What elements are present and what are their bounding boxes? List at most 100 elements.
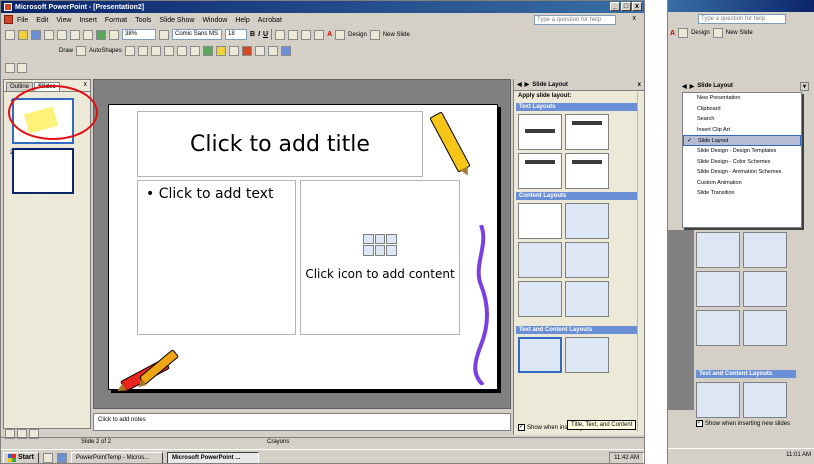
start-button[interactable]: Start xyxy=(3,451,39,463)
layout-thumbnail[interactable] xyxy=(696,232,740,268)
layout-thumbnail[interactable] xyxy=(743,382,787,418)
layout-title-content[interactable] xyxy=(518,242,562,278)
close-button[interactable]: x xyxy=(632,2,642,11)
layout-title-slide[interactable] xyxy=(518,114,562,150)
diagram-icon[interactable] xyxy=(374,245,386,256)
back-icon[interactable]: ◀ xyxy=(517,81,522,88)
table-icon[interactable] xyxy=(363,233,374,244)
menu-format[interactable]: Format xyxy=(105,17,127,24)
slides-pane-close-icon[interactable]: x xyxy=(84,81,88,88)
collapse-icon[interactable] xyxy=(17,63,27,73)
forward-icon[interactable]: ▶ xyxy=(525,81,530,88)
dropdown-item[interactable]: Insert Clip Art xyxy=(683,125,801,136)
new-slide-icon[interactable] xyxy=(369,29,380,40)
menu-file[interactable]: File xyxy=(17,17,28,24)
menu-insert[interactable]: Insert xyxy=(79,17,97,24)
line-color-icon[interactable] xyxy=(228,45,239,56)
dropdown-item[interactable]: Slide Transition xyxy=(683,188,801,199)
new-slide-icon[interactable] xyxy=(712,28,723,38)
shadow-icon[interactable] xyxy=(267,45,278,56)
document-close-button[interactable]: x xyxy=(633,15,637,22)
paste-icon[interactable] xyxy=(70,29,80,40)
open-icon[interactable] xyxy=(18,29,28,40)
content-placeholder[interactable]: Click icon to add content xyxy=(300,180,460,335)
font-color-button[interactable]: A xyxy=(670,30,675,37)
minimize-button[interactable]: _ xyxy=(610,2,620,11)
maximize-button[interactable]: □ xyxy=(621,2,631,11)
ask-question-input[interactable]: Type a question for help xyxy=(698,14,786,24)
font-color-icon[interactable] xyxy=(241,45,252,56)
help-icon[interactable] xyxy=(159,29,169,40)
copy-icon[interactable] xyxy=(57,29,67,40)
slide[interactable]: Click to add title • Click to add text C… xyxy=(108,104,498,395)
layout-two-content[interactable] xyxy=(565,242,609,278)
font-select[interactable]: Comic Sans MS xyxy=(172,29,222,40)
new-slide-button[interactable]: New Slide xyxy=(383,32,410,38)
taskpane-title[interactable]: Slide Layout xyxy=(697,83,733,89)
menu-tools[interactable]: Tools xyxy=(135,17,151,24)
chevron-down-icon[interactable]: ▾ xyxy=(799,81,809,91)
layout-thumbnail[interactable] xyxy=(743,310,787,346)
layout-title-two-content[interactable] xyxy=(565,281,609,317)
menu-slide-show[interactable]: Slide Show xyxy=(159,17,194,24)
title-placeholder[interactable]: Click to add title xyxy=(137,111,423,177)
center-icon[interactable] xyxy=(288,29,299,40)
menu-window[interactable]: Window xyxy=(202,17,227,24)
chart-icon[interactable] xyxy=(374,233,386,244)
taskpane-close-icon[interactable]: x xyxy=(638,82,641,88)
layout-thumbnail[interactable] xyxy=(743,271,787,307)
autoshapes-menu[interactable]: AutoShapes xyxy=(89,48,122,54)
document-icon[interactable] xyxy=(4,15,13,24)
show-checkbox[interactable]: ✓ xyxy=(518,424,525,431)
layout-title-text[interactable] xyxy=(518,153,562,189)
layout-title-only[interactable] xyxy=(565,114,609,150)
select-objects-icon[interactable] xyxy=(76,45,87,56)
rectangle-icon[interactable] xyxy=(150,45,161,56)
arrow-icon[interactable] xyxy=(137,45,148,56)
new-slide-button[interactable]: New Slide xyxy=(726,30,753,36)
layout-content[interactable] xyxy=(565,203,609,239)
layout-thumbnail[interactable] xyxy=(696,271,740,307)
media-icon[interactable] xyxy=(386,245,397,256)
menu-view[interactable]: View xyxy=(56,17,71,24)
layout-blank[interactable] xyxy=(518,203,562,239)
font-size-select[interactable]: 18 xyxy=(225,29,247,40)
notes-pane[interactable]: Click to add notes xyxy=(93,413,511,431)
oval-icon[interactable] xyxy=(163,45,174,56)
menu-edit[interactable]: Edit xyxy=(36,17,48,24)
dropdown-item[interactable]: Slide Design - Color Schemes xyxy=(683,157,801,168)
line-icon[interactable] xyxy=(124,45,135,56)
save-icon[interactable] xyxy=(31,29,41,40)
draw-menu[interactable]: Draw xyxy=(59,48,73,54)
menu-acrobat[interactable]: Acrobat xyxy=(258,17,282,24)
dropdown-item[interactable]: Slide Design - Animation Schemes xyxy=(683,167,801,178)
3d-icon[interactable] xyxy=(280,45,291,56)
italic-button[interactable]: I xyxy=(258,31,260,38)
bold-button[interactable]: B xyxy=(250,31,255,38)
layout-two-column-text[interactable] xyxy=(565,153,609,189)
wordart-icon[interactable] xyxy=(189,45,200,56)
menu-help[interactable]: Help xyxy=(235,17,249,24)
dropdown-item[interactable]: New Presentation xyxy=(683,93,801,104)
dropdown-item[interactable]: Clipboard xyxy=(683,104,801,115)
table-icon[interactable] xyxy=(109,29,119,40)
line-style-icon[interactable] xyxy=(254,45,265,56)
chart-icon[interactable] xyxy=(96,29,106,40)
taskbar-item-active[interactable]: Microsoft PowerPoint ... xyxy=(166,451,259,463)
layout-four-content[interactable] xyxy=(518,281,562,317)
layout-thumbnail[interactable] xyxy=(696,382,740,418)
dropdown-item-selected[interactable]: ✓ Slide Layout xyxy=(683,135,801,146)
new-icon[interactable] xyxy=(5,29,15,40)
fill-color-icon[interactable] xyxy=(215,45,226,56)
forward-icon[interactable]: ▶ xyxy=(690,83,695,90)
underline-button[interactable]: U xyxy=(263,31,268,38)
back-icon[interactable]: ◀ xyxy=(682,83,687,90)
ask-question-input[interactable]: Type a question for help xyxy=(534,15,616,25)
taskpane-title[interactable]: Slide Layout xyxy=(532,82,568,88)
dropdown-item[interactable]: Slide Design - Design Templates xyxy=(683,146,801,157)
quick-launch-icon[interactable] xyxy=(42,452,53,463)
undo-icon[interactable] xyxy=(83,29,93,40)
show-checkbox[interactable]: ✓ xyxy=(696,420,703,427)
slides-pane-scrollbar[interactable] xyxy=(82,93,90,428)
taskbar-item[interactable]: PowerPointTemp - Micros... xyxy=(70,451,163,463)
